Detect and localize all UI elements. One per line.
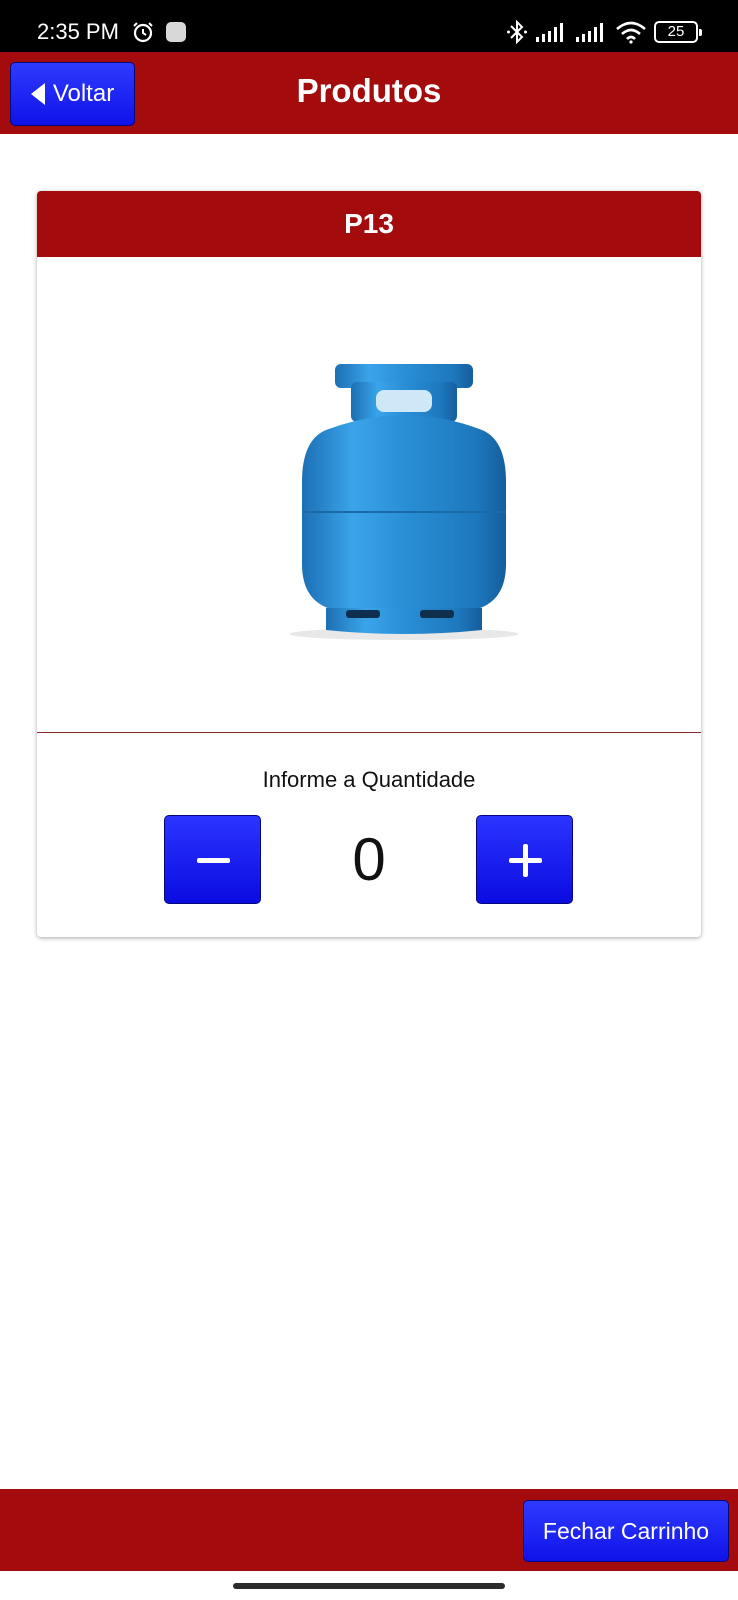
increase-quantity-button[interactable] <box>476 815 573 904</box>
quantity-label: Informe a Quantidade <box>262 767 476 792</box>
status-icons: 25 <box>506 18 702 46</box>
status-time: 2:35 PM <box>37 19 119 44</box>
quantity-value: 0 <box>352 826 386 893</box>
wifi-icon <box>616 21 646 44</box>
product-card: P13 Informe a Quantidade 0 <box>37 191 701 937</box>
signal-icon <box>576 23 603 42</box>
alarm-icon <box>133 22 153 43</box>
quantity-stepper: 0 <box>37 815 701 907</box>
gas-cylinder-image <box>289 364 519 640</box>
signal-icon <box>536 23 563 42</box>
screen: 2:35 PM 25 Voltar Produtos P13 Informe a… <box>0 0 738 1600</box>
page-title: Produtos <box>296 72 442 109</box>
plus-icon-vertical <box>523 844 528 877</box>
footer-bar: Fechar Carrinho <box>0 1489 738 1571</box>
battery-level: 25 <box>667 23 685 40</box>
app-header: Voltar Produtos <box>0 52 738 134</box>
battery-icon: 25 <box>654 21 702 43</box>
gesture-nav-handle[interactable] <box>233 1583 505 1589</box>
status-bar: 2:35 PM 25 <box>0 0 738 52</box>
product-name: P13 <box>37 191 701 257</box>
bluetooth-icon <box>507 19 527 45</box>
product-image-area <box>37 257 701 733</box>
checkout-button[interactable]: Fechar Carrinho <box>523 1500 729 1562</box>
notification-icon <box>166 22 186 42</box>
